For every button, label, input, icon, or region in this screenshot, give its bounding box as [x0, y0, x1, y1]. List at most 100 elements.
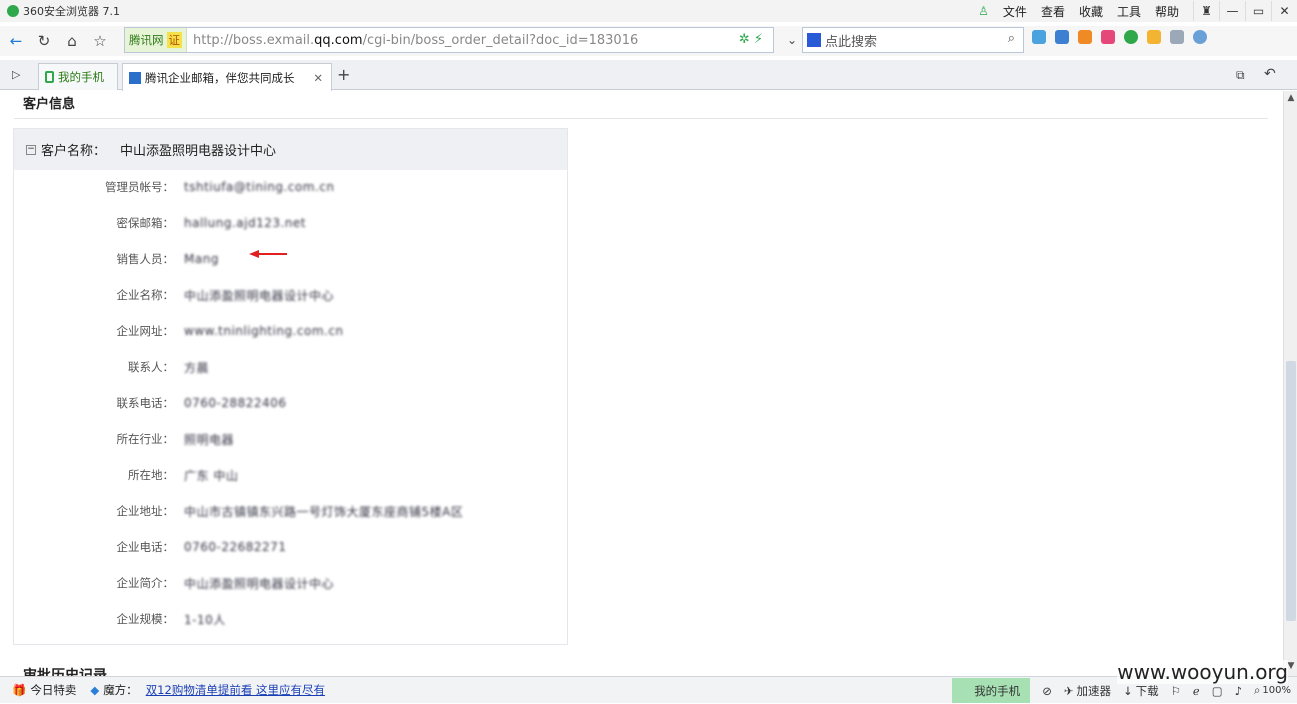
- menu-file[interactable]: 文件: [1003, 3, 1027, 20]
- cert-badge: 证: [166, 32, 182, 48]
- scroll-up-icon[interactable]: ▲: [1285, 93, 1297, 105]
- back-icon[interactable]: ←: [4, 29, 28, 53]
- field-row: 所在地： 广东 中山: [14, 463, 569, 487]
- tab-label: 我的手机: [58, 70, 104, 84]
- game-icon[interactable]: [1147, 30, 1161, 44]
- restore-tab-icon[interactable]: ⧉: [1236, 68, 1245, 83]
- new-tab-button[interactable]: +: [337, 65, 350, 84]
- apps-icon[interactable]: [1032, 30, 1046, 44]
- field-value: 中山添盈照明电器设计中心: [184, 288, 335, 303]
- menu-help[interactable]: 帮助: [1155, 3, 1179, 20]
- title-bar: 360安全浏览器 7.1 ♙ 文件 查看 收藏 工具 帮助 ♜ — ▭ ✕: [0, 0, 1297, 22]
- field-row: 企业简介： 中山添盈照明电器设计中心: [14, 571, 569, 595]
- zoom-icon[interactable]: ⌕: [1254, 683, 1260, 698]
- shop-icon[interactable]: [1124, 30, 1138, 44]
- page-content: 客户信息 − 客户名称： 中山添盈照明电器设计中心 管理员帐号： tshtiufa…: [0, 91, 1283, 676]
- mail-icon[interactable]: [1101, 30, 1115, 44]
- download-label[interactable]: 下载: [1136, 683, 1159, 699]
- accelerator-label[interactable]: 加速器: [1076, 683, 1111, 699]
- window-icon[interactable]: ▢: [1212, 684, 1223, 698]
- skin-icon[interactable]: ♜: [1193, 1, 1219, 21]
- customer-panel-header[interactable]: − 客户名称： 中山添盈照明电器设计中心: [14, 129, 567, 170]
- field-row: 企业电话： 0760-22682271: [14, 535, 569, 559]
- field-value: 广东 中山: [184, 468, 239, 483]
- field-value: 方晨: [184, 360, 210, 375]
- screenshot-icon[interactable]: [1170, 30, 1184, 44]
- menu-favorites[interactable]: 收藏: [1079, 3, 1103, 20]
- translate-icon[interactable]: [1055, 30, 1069, 44]
- user-icon[interactable]: ♙: [978, 4, 989, 18]
- maximize-button[interactable]: ▭: [1245, 1, 1271, 21]
- address-url[interactable]: http://boss.exmail.qq.com/cgi-bin/boss_o…: [193, 33, 638, 48]
- flag-icon[interactable]: ⚐: [1171, 684, 1181, 698]
- field-row: 企业地址： 中山市古镇镇东兴路一号灯饰大厦东座商铺5楼A区: [14, 499, 569, 523]
- tab-close-icon[interactable]: ✕: [313, 71, 323, 85]
- minimize-button[interactable]: —: [1219, 1, 1245, 21]
- sidebar-toggle-icon[interactable]: ▷: [12, 68, 20, 81]
- field-value: 0760-22682271: [184, 540, 287, 554]
- field-row: 企业规模： 1-10人: [14, 607, 569, 631]
- browser-logo-icon: [7, 5, 19, 17]
- vertical-scrollbar[interactable]: ▲ ▼: [1283, 91, 1297, 676]
- magic-label: 魔方：: [103, 683, 138, 697]
- favorite-star-icon[interactable]: ☆: [88, 29, 112, 53]
- zoom-tool-icon[interactable]: [1193, 30, 1207, 44]
- undo-close-icon[interactable]: ↶: [1264, 66, 1276, 82]
- home-icon[interactable]: ⌂: [60, 29, 84, 53]
- flight-icon[interactable]: [1078, 30, 1092, 44]
- compat-mode-icon[interactable]: ✲ ⚡: [739, 32, 763, 47]
- zoom-level[interactable]: 100%: [1262, 685, 1291, 696]
- search-engine-icon[interactable]: [807, 33, 821, 47]
- menu-view[interactable]: 查看: [1041, 3, 1065, 20]
- field-value: 1-10人: [184, 612, 226, 627]
- my-phone-button[interactable]: 我的手机: [952, 678, 1031, 703]
- field-label: 所在行业：: [116, 432, 175, 446]
- customer-name: 中山添盈照明电器设计中心: [120, 144, 277, 159]
- field-row: 所在行业： 照明电器: [14, 427, 569, 451]
- field-row: 销售人员： Mang: [14, 247, 569, 271]
- search-box[interactable]: 点此搜索 ⌕: [802, 27, 1024, 53]
- address-dropdown-icon[interactable]: ⌄: [780, 28, 804, 52]
- menu-area: ♙ 文件 查看 收藏 工具 帮助 ♜ — ▭ ✕: [978, 0, 1297, 22]
- close-button[interactable]: ✕: [1271, 1, 1297, 21]
- cube-icon[interactable]: ◆: [90, 683, 99, 697]
- today-deals-link[interactable]: 今日特卖: [30, 682, 76, 698]
- customer-name-label: 客户名称：: [41, 144, 107, 159]
- sound-icon[interactable]: ♪: [1235, 684, 1242, 698]
- address-bar[interactable]: 腾讯网证 http://boss.exmail.qq.com/cgi-bin/b…: [124, 27, 774, 53]
- search-icon[interactable]: ⌕: [1008, 31, 1015, 46]
- field-label: 企业简介：: [116, 576, 175, 590]
- field-value: hallung.ajd123.net: [184, 216, 306, 230]
- tencent-mail-icon: [129, 71, 141, 84]
- scroll-thumb[interactable]: [1286, 361, 1296, 621]
- field-row: 企业网址： www.tninlighting.com.cn: [14, 319, 569, 343]
- tab-bar: ▷ 我的手机 腾讯企业邮箱，伴您共同成长 ✕ + ⧉ ↶: [0, 60, 1297, 91]
- promo-link[interactable]: 双12购物清单提前看 这里应有尽有: [146, 682, 325, 698]
- tab-my-phone[interactable]: 我的手机: [38, 63, 118, 90]
- navigation-bar: ← ↻ ⌂ ☆ 腾讯网证 http://boss.exmail.qq.com/c…: [0, 26, 1297, 56]
- field-label: 密保邮箱：: [116, 216, 175, 230]
- extension-toolbar: [1032, 30, 1207, 44]
- search-input[interactable]: 点此搜索: [825, 31, 877, 50]
- tab-tencent-mail[interactable]: 腾讯企业邮箱，伴您共同成长 ✕: [122, 63, 332, 91]
- gift-icon[interactable]: 🎁: [12, 683, 26, 697]
- field-row: 企业名称： 中山添盈照明电器设计中心: [14, 283, 569, 307]
- field-row: 联系人： 方晨: [14, 355, 569, 379]
- collapse-icon[interactable]: −: [26, 144, 36, 155]
- rocket-icon[interactable]: ✈: [1064, 684, 1074, 698]
- edge-icon[interactable]: ℯ: [1193, 684, 1200, 698]
- section-title: 客户信息: [23, 97, 76, 112]
- field-label: 企业电话：: [116, 540, 175, 554]
- status-bar: 🎁 今日特卖 ◆ 魔方： 双12购物清单提前看 这里应有尽有 我的手机 ⊘ ✈ 加…: [0, 676, 1297, 703]
- red-arrow-annotation: [249, 250, 287, 258]
- download-icon[interactable]: ↓: [1123, 684, 1133, 698]
- field-label: 销售人员：: [116, 252, 175, 266]
- menu-tools[interactable]: 工具: [1117, 3, 1141, 20]
- field-label: 管理员帐号：: [105, 180, 174, 194]
- field-label: 企业网址：: [116, 324, 175, 338]
- field-value: 0760-28822406: [184, 396, 287, 410]
- refresh-icon[interactable]: ↻: [32, 29, 56, 53]
- field-row: 管理员帐号： tshtiufa@tining.com.cn: [14, 175, 569, 199]
- field-label: 所在地：: [128, 468, 174, 482]
- ie-mode-icon[interactable]: ⊘: [1042, 684, 1052, 698]
